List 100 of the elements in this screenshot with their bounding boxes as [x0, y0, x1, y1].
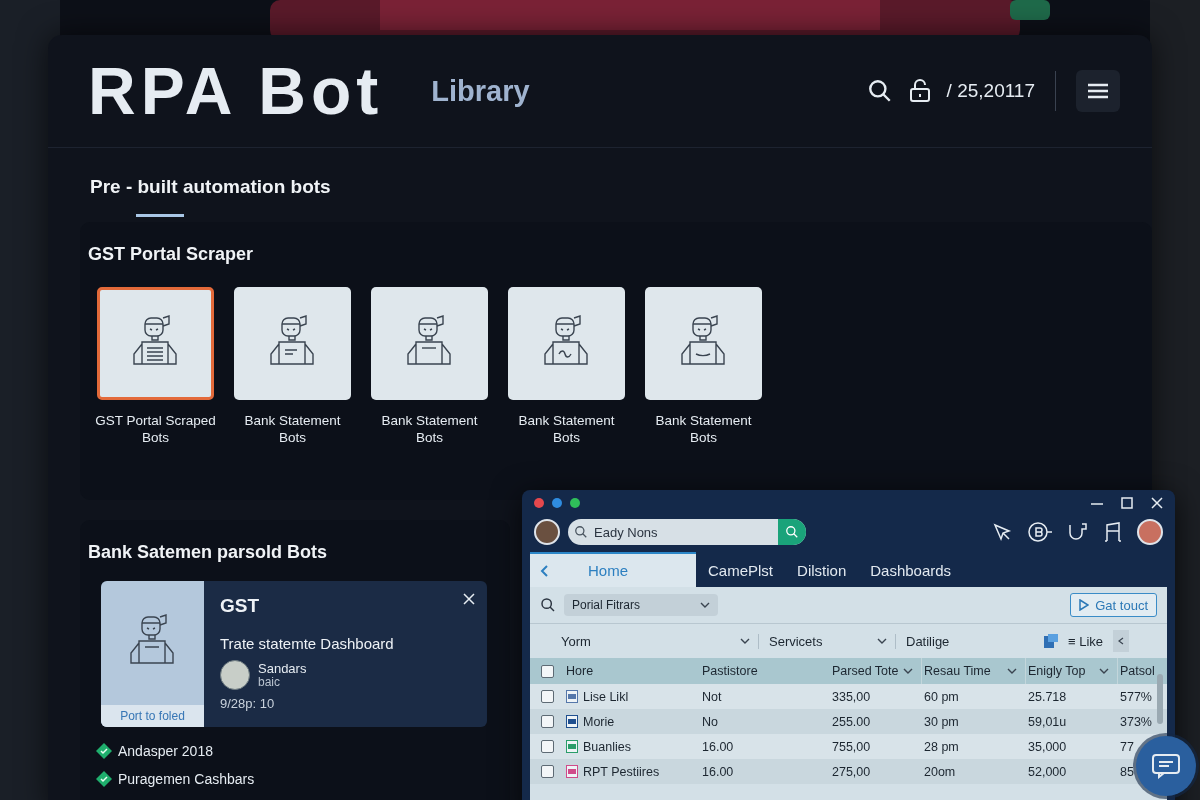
column-header[interactable]: Enigly Top — [1026, 658, 1118, 684]
table-cell: 25.718 — [1028, 689, 1067, 704]
checkbox[interactable] — [540, 664, 554, 678]
play-icon — [1079, 599, 1090, 611]
close-icon[interactable] — [1151, 497, 1163, 509]
search-icon[interactable] — [540, 597, 556, 613]
bot-tile[interactable] — [645, 287, 762, 400]
table-cell: 35,000 — [1028, 739, 1067, 754]
table-cell: 20om — [924, 764, 956, 779]
window-tab[interactable]: Dilstion — [785, 552, 859, 587]
checkbox[interactable] — [540, 740, 554, 753]
caret-icon — [1099, 668, 1109, 674]
search-field[interactable]: Eady Nons — [568, 519, 806, 545]
view-label[interactable]: ≡ Like — [1068, 633, 1104, 649]
collapse-icon — [1118, 637, 1125, 645]
column-label[interactable]: Datilige — [906, 633, 1034, 649]
menu-button[interactable] — [1076, 70, 1120, 112]
table-cell: 16.00 — [702, 764, 734, 779]
cup-icon[interactable] — [1067, 521, 1089, 543]
search-icon[interactable] — [866, 78, 893, 104]
check-diamond-icon — [96, 771, 112, 787]
table-cell: 755,00 — [832, 739, 871, 754]
close-button[interactable] — [461, 591, 477, 607]
bot-label: Bank Statement Bots — [380, 412, 479, 446]
caret-icon — [1007, 668, 1017, 674]
file-icon — [566, 765, 578, 778]
table-cell: 577% — [1120, 689, 1152, 704]
coin-icon[interactable] — [1027, 521, 1053, 543]
table-cell: 30 pm — [924, 714, 959, 729]
card-date: 9/28p: 10 — [220, 696, 276, 711]
table-cell: 59,01u — [1028, 714, 1067, 729]
bot-tile[interactable] — [508, 287, 625, 400]
menu-icon — [1088, 83, 1108, 99]
file-icon — [566, 690, 578, 703]
checkbox[interactable] — [540, 690, 554, 703]
table-cell: 255.00 — [832, 714, 871, 729]
pointer-icon[interactable] — [991, 521, 1013, 543]
maximize-icon[interactable] — [1121, 497, 1133, 509]
collapse-button[interactable] — [1113, 630, 1130, 652]
window-tab[interactable]: Dashboards — [858, 552, 964, 587]
caret-icon — [903, 668, 913, 674]
close-icon — [463, 593, 475, 605]
section-title: Bank Satemen parsold Bots — [88, 542, 329, 563]
bot-tile[interactable] — [97, 287, 214, 400]
bot-tile[interactable] — [371, 287, 488, 400]
check-diamond-icon — [96, 743, 112, 759]
table-cell: Not — [702, 689, 722, 704]
minimize-dot[interactable] — [552, 498, 562, 508]
zoom-dot[interactable] — [570, 498, 580, 508]
table-cell: Buanlies — [583, 739, 631, 754]
window-tab[interactable]: CamePlst — [696, 552, 786, 587]
card-title: GST — [220, 595, 260, 617]
list-icon[interactable] — [1044, 634, 1058, 648]
chat-icon — [1151, 753, 1181, 779]
scrollbar[interactable] — [1157, 674, 1163, 724]
lock-icon[interactable] — [908, 79, 931, 103]
close-dot[interactable] — [534, 498, 544, 508]
bot-card[interactable]: Port to foled GST Trate statemte Dashboard Sandars baic 9/28p: 10 — [101, 581, 487, 727]
table-cell: 275,00 — [832, 764, 871, 779]
caret-icon — [877, 638, 887, 644]
tab[interactable]: Pre - built automation bots — [90, 172, 331, 202]
caret-icon — [700, 602, 710, 608]
avatar — [220, 660, 250, 690]
caret-icon — [740, 638, 750, 644]
author-name: Sandars — [258, 661, 307, 676]
bot-label: GST Portal Scraped Bots — [94, 412, 217, 446]
avatar[interactable] — [1137, 519, 1163, 545]
filter-dropdown[interactable]: Porial Fitrars — [564, 594, 718, 616]
section-title: GST Portal Scraper — [88, 244, 255, 265]
list-item: Puragemen Cashbars — [118, 771, 255, 787]
bot-tile[interactable] — [234, 287, 351, 400]
bot-label: Bank Statement Bots — [517, 412, 616, 446]
list-item: Andasper 2018 — [118, 743, 213, 759]
table-cell: 373% — [1120, 714, 1152, 729]
table-cell: 16.00 — [702, 739, 734, 754]
avatar[interactable] — [534, 519, 560, 545]
app-subtitle: Library — [431, 74, 530, 108]
file-icon — [566, 715, 578, 728]
file-icon — [566, 740, 578, 753]
action-button[interactable]: Gat touct — [1070, 593, 1157, 617]
column-header[interactable]: Parsed Tote — [830, 658, 922, 684]
column-header[interactable]: Resau Time — [922, 658, 1026, 684]
column-header[interactable]: Hore — [564, 658, 700, 684]
search-button[interactable] — [778, 519, 806, 545]
column-header[interactable]: Patsol — [1118, 658, 1167, 684]
author-role: baic — [258, 675, 281, 689]
column-dropdown[interactable]: Servicets — [769, 633, 896, 649]
table-cell: 60 pm — [924, 689, 959, 704]
table-cell: Morie — [583, 714, 615, 729]
table-cell: Lise Likl — [583, 689, 629, 704]
checkbox[interactable] — [540, 765, 554, 778]
card-caption: Port to foled — [101, 705, 204, 727]
table-cell: No — [702, 714, 718, 729]
table-cell: 28 pm — [924, 739, 959, 754]
table-cell: 335,00 — [832, 689, 871, 704]
table-cell: 77 — [1120, 739, 1134, 754]
column-header[interactable]: Pastistore — [700, 658, 830, 684]
column-dropdown[interactable]: Yorm — [561, 633, 759, 649]
checkbox[interactable] — [540, 715, 554, 728]
counter-text: / 25,20117 — [946, 80, 1035, 102]
